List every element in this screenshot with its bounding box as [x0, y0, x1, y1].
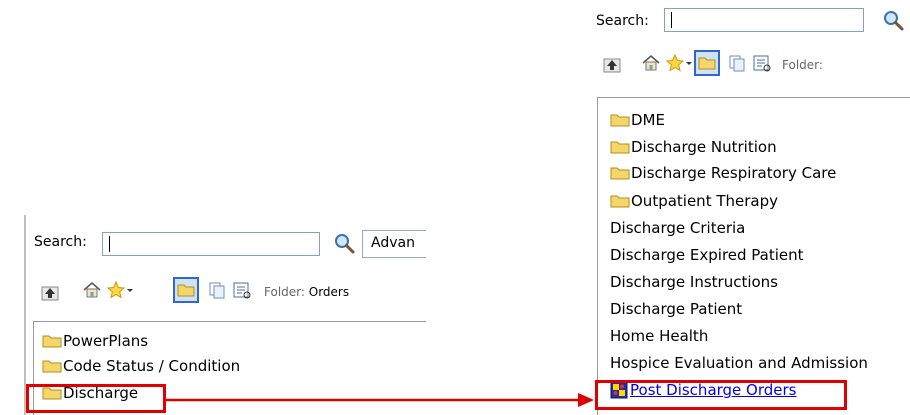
folder-view-icon[interactable] — [694, 50, 720, 76]
up-folder-icon[interactable] — [602, 55, 622, 75]
list-item-label: Discharge Patient — [610, 300, 743, 318]
search-label: Search: — [34, 234, 87, 250]
list-item-dme[interactable]: DME — [610, 108, 665, 132]
search-input[interactable] — [102, 232, 320, 256]
copy-icon[interactable] — [727, 53, 747, 73]
folder-value: Orders — [308, 285, 350, 299]
list-item-discharge-instructions[interactable]: Discharge Instructions — [610, 270, 778, 294]
list-item-code-status[interactable]: Code Status / Condition — [42, 354, 240, 378]
highlight-discharge — [26, 384, 166, 413]
advanced-label: Advan — [371, 235, 415, 251]
list-item-label: Code Status / Condition — [63, 357, 241, 375]
up-folder-icon[interactable] — [40, 283, 60, 303]
folder-icon — [610, 195, 630, 208]
current-folder-label: Folder: — [782, 58, 823, 72]
list-item-discharge-criteria[interactable]: Discharge Criteria — [610, 216, 745, 240]
home-icon[interactable] — [641, 53, 661, 73]
folder-view-icon[interactable] — [173, 277, 199, 303]
list-item-discharge-respiratory-care[interactable]: Discharge Respiratory Care — [610, 161, 836, 185]
advanced-options-dropdown[interactable]: Advan — [362, 230, 426, 258]
search-icon[interactable] — [882, 9, 904, 31]
right-discharge-panel: Search: Folder: DME Discharge Nutrition … — [590, 0, 910, 415]
list-item-discharge-nutrition[interactable]: Discharge Nutrition — [610, 135, 777, 159]
list-item-label: Discharge Expired Patient — [610, 246, 804, 264]
folder-icon — [42, 335, 62, 348]
folder-icon — [610, 114, 630, 127]
chevron-down-icon[interactable] — [126, 280, 134, 300]
home-icon[interactable] — [82, 280, 102, 300]
list-item-label: PowerPlans — [63, 332, 149, 350]
favorites-star-icon[interactable] — [106, 280, 126, 300]
search-label: Search: — [596, 13, 649, 29]
folder-icon — [610, 141, 630, 154]
list-view-icon[interactable] — [752, 53, 772, 73]
list-item-label: Outpatient Therapy — [631, 192, 778, 210]
text-caret — [671, 12, 672, 28]
folder-icon — [42, 360, 62, 373]
copy-icon[interactable] — [207, 280, 227, 300]
list-item-label: Home Health — [610, 327, 709, 345]
current-folder-label: Folder: Orders — [264, 285, 349, 299]
list-item-label: DME — [631, 111, 665, 129]
list-item-hospice-evaluation[interactable]: Hospice Evaluation and Admission — [610, 351, 868, 375]
chevron-down-icon[interactable] — [685, 53, 693, 73]
folder-label-text: Folder: — [782, 58, 823, 72]
list-item-label: Discharge Criteria — [610, 219, 746, 237]
search-icon[interactable] — [333, 232, 355, 254]
list-item-powerplans[interactable]: PowerPlans — [42, 329, 148, 353]
discharge-folder-list: DME Discharge Nutrition Discharge Respir… — [597, 97, 910, 415]
list-item-label: Discharge Respiratory Care — [631, 164, 837, 182]
list-item-label: Discharge Instructions — [610, 273, 778, 291]
list-item-label: Hospice Evaluation and Admission — [610, 354, 868, 372]
list-item-discharge-patient[interactable]: Discharge Patient — [610, 297, 742, 321]
list-item-home-health[interactable]: Home Health — [610, 324, 708, 348]
folder-label-text: Folder: — [264, 285, 305, 299]
favorites-star-icon[interactable] — [665, 53, 685, 73]
highlight-post-discharge-orders — [595, 380, 847, 410]
list-item-label: Discharge Nutrition — [631, 138, 777, 156]
list-item-outpatient-therapy[interactable]: Outpatient Therapy — [610, 189, 778, 213]
folder-icon — [610, 167, 630, 180]
text-caret — [109, 236, 110, 252]
list-item-discharge-expired-patient[interactable]: Discharge Expired Patient — [610, 243, 804, 267]
search-input[interactable] — [664, 8, 864, 32]
list-view-icon[interactable] — [232, 280, 252, 300]
